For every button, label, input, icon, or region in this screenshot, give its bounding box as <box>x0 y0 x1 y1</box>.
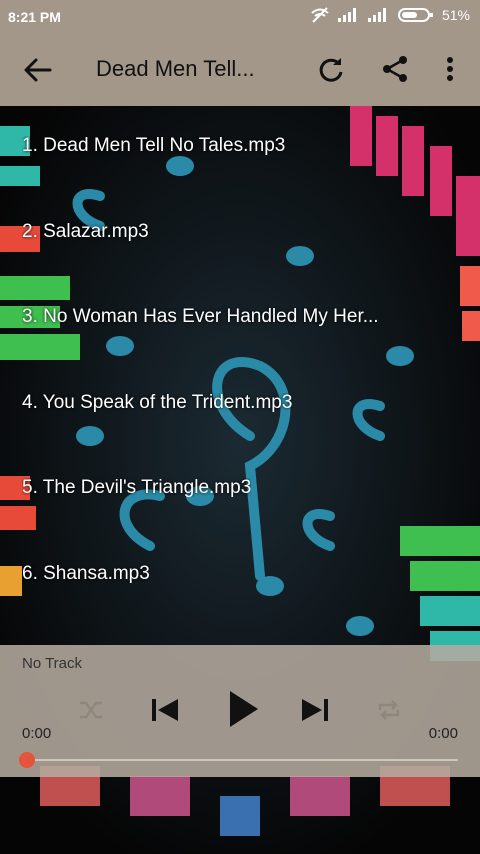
page-title: Dead Men Tell... <box>96 56 255 81</box>
track-title: 5. The Devil's Triangle.mp3 <box>22 478 252 497</box>
share-icon[interactable] <box>380 54 410 84</box>
now-playing-label: No Track <box>22 655 83 672</box>
track-item[interactable]: 2. Salazar.mp3 <box>0 192 480 278</box>
track-title: 2. Salazar.mp3 <box>22 222 149 241</box>
wifi-off-icon <box>311 7 329 23</box>
signal-icon <box>337 8 356 22</box>
track-item[interactable]: 4. You Speak of the Trident.mp3 <box>0 363 480 449</box>
signal-icon <box>367 8 386 22</box>
track-item[interactable]: 5. The Devil's Triangle.mp3 <box>0 448 480 534</box>
battery-percent: 51% <box>441 7 470 23</box>
track-item[interactable]: 1. Dead Men Tell No Tales.mp3 <box>0 106 480 192</box>
app-bar: Dead Men Tell... <box>0 34 480 106</box>
skip-next-icon[interactable] <box>300 697 330 723</box>
status-icons: 51% <box>310 7 470 23</box>
status-bar: 8:21 PM 51% <box>0 0 480 34</box>
skip-previous-icon[interactable] <box>150 697 180 723</box>
track-item[interactable]: 6. Shansa.mp3 <box>0 534 480 620</box>
track-item[interactable]: 3. No Woman Has Ever Handled My Her... <box>0 277 480 363</box>
track-title: 3. No Woman Has Ever Handled My Her... <box>22 307 379 326</box>
track-title: 6. Shansa.mp3 <box>22 564 150 583</box>
player-panel: No Track 0:00 0:00 <box>0 645 480 777</box>
battery-icon <box>397 8 433 22</box>
status-time: 8:21 PM <box>8 9 61 25</box>
duration: 0:00 <box>428 725 458 742</box>
more-vert-icon[interactable] <box>440 54 460 84</box>
back-arrow-icon[interactable] <box>22 56 54 84</box>
track-title: 1. Dead Men Tell No Tales.mp3 <box>22 136 286 155</box>
shuffle-icon[interactable] <box>78 698 104 722</box>
play-icon[interactable] <box>226 689 260 729</box>
track-title: 4. You Speak of the Trident.mp3 <box>22 393 293 412</box>
current-time: 0:00 <box>22 725 52 742</box>
track-list: 1. Dead Men Tell No Tales.mp3 2. Salazar… <box>0 106 480 646</box>
refresh-icon[interactable] <box>316 56 346 84</box>
seek-bar[interactable] <box>22 759 458 761</box>
repeat-icon[interactable] <box>376 698 402 722</box>
seek-thumb[interactable] <box>19 752 35 768</box>
